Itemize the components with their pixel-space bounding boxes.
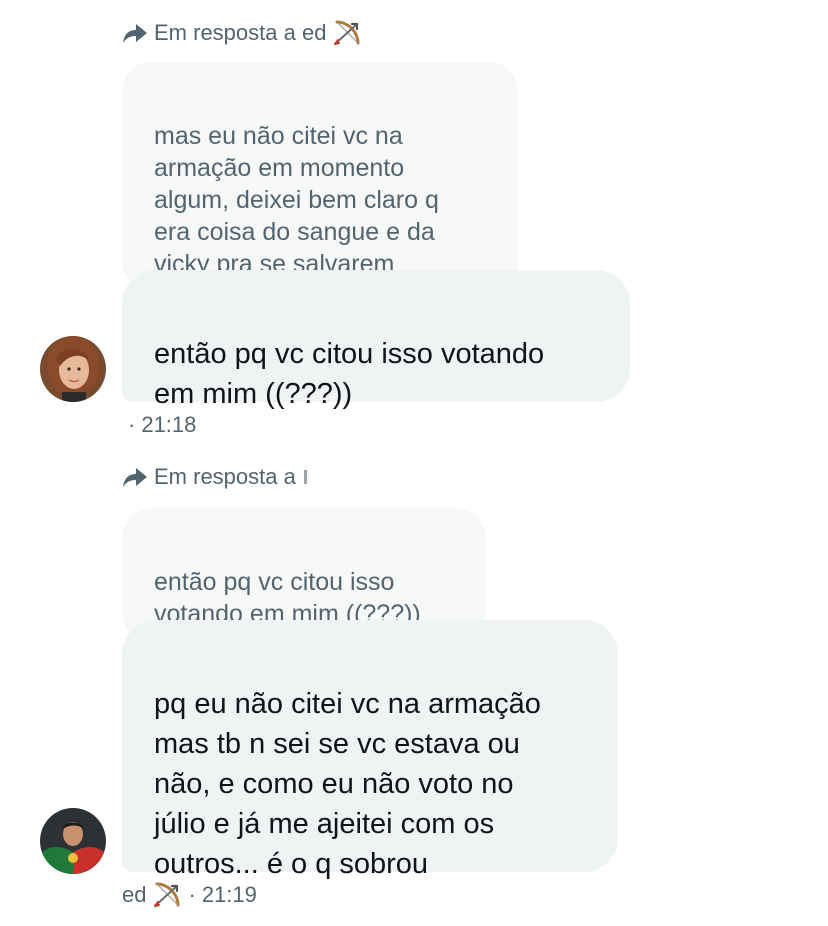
reply-arrow-icon <box>122 465 148 489</box>
meta-separator: · <box>128 412 136 437</box>
bow-and-arrow-icon <box>152 880 182 910</box>
message-meta-1: · 21:18 <box>128 412 196 438</box>
quoted-message-1[interactable]: mas eu não citei vc na armação em moment… <box>122 62 518 292</box>
message-text: então pq vc citou isso votando em mim ((… <box>154 338 545 410</box>
avatar-user-1[interactable] <box>40 336 106 402</box>
reply-to-label-1[interactable]: Em resposta a ed <box>122 18 362 48</box>
message-text: pq eu não citei vc na armação mas tb n s… <box>154 688 541 880</box>
reply-to-text: Em resposta a <box>154 464 296 489</box>
reply-to-label-2[interactable]: Em resposta a <box>122 464 307 490</box>
bow-and-arrow-icon <box>332 18 362 48</box>
quoted-message-text: então pq vc citou isso votando em mim ((… <box>154 568 421 628</box>
quoted-message-text: mas eu não citei vc na armação em moment… <box>154 122 439 278</box>
message-bubble-1[interactable]: então pq vc citou isso votando em mim ((… <box>122 270 630 410</box>
avatar-user-2[interactable] <box>40 808 106 874</box>
message-meta-2: ed · 21:19 <box>122 880 257 910</box>
reply-to-name-fragment <box>303 470 307 484</box>
reply-to-text: Em resposta a ed <box>154 20 327 45</box>
message-time[interactable]: 21:19 <box>202 882 257 908</box>
sender-name[interactable]: ed <box>122 882 146 908</box>
meta-separator: · <box>188 882 196 907</box>
message-time[interactable]: 21:18 <box>141 412 196 438</box>
reply-arrow-icon <box>122 21 148 45</box>
message-bubble-2[interactable]: pq eu não citei vc na armação mas tb n s… <box>122 620 618 880</box>
